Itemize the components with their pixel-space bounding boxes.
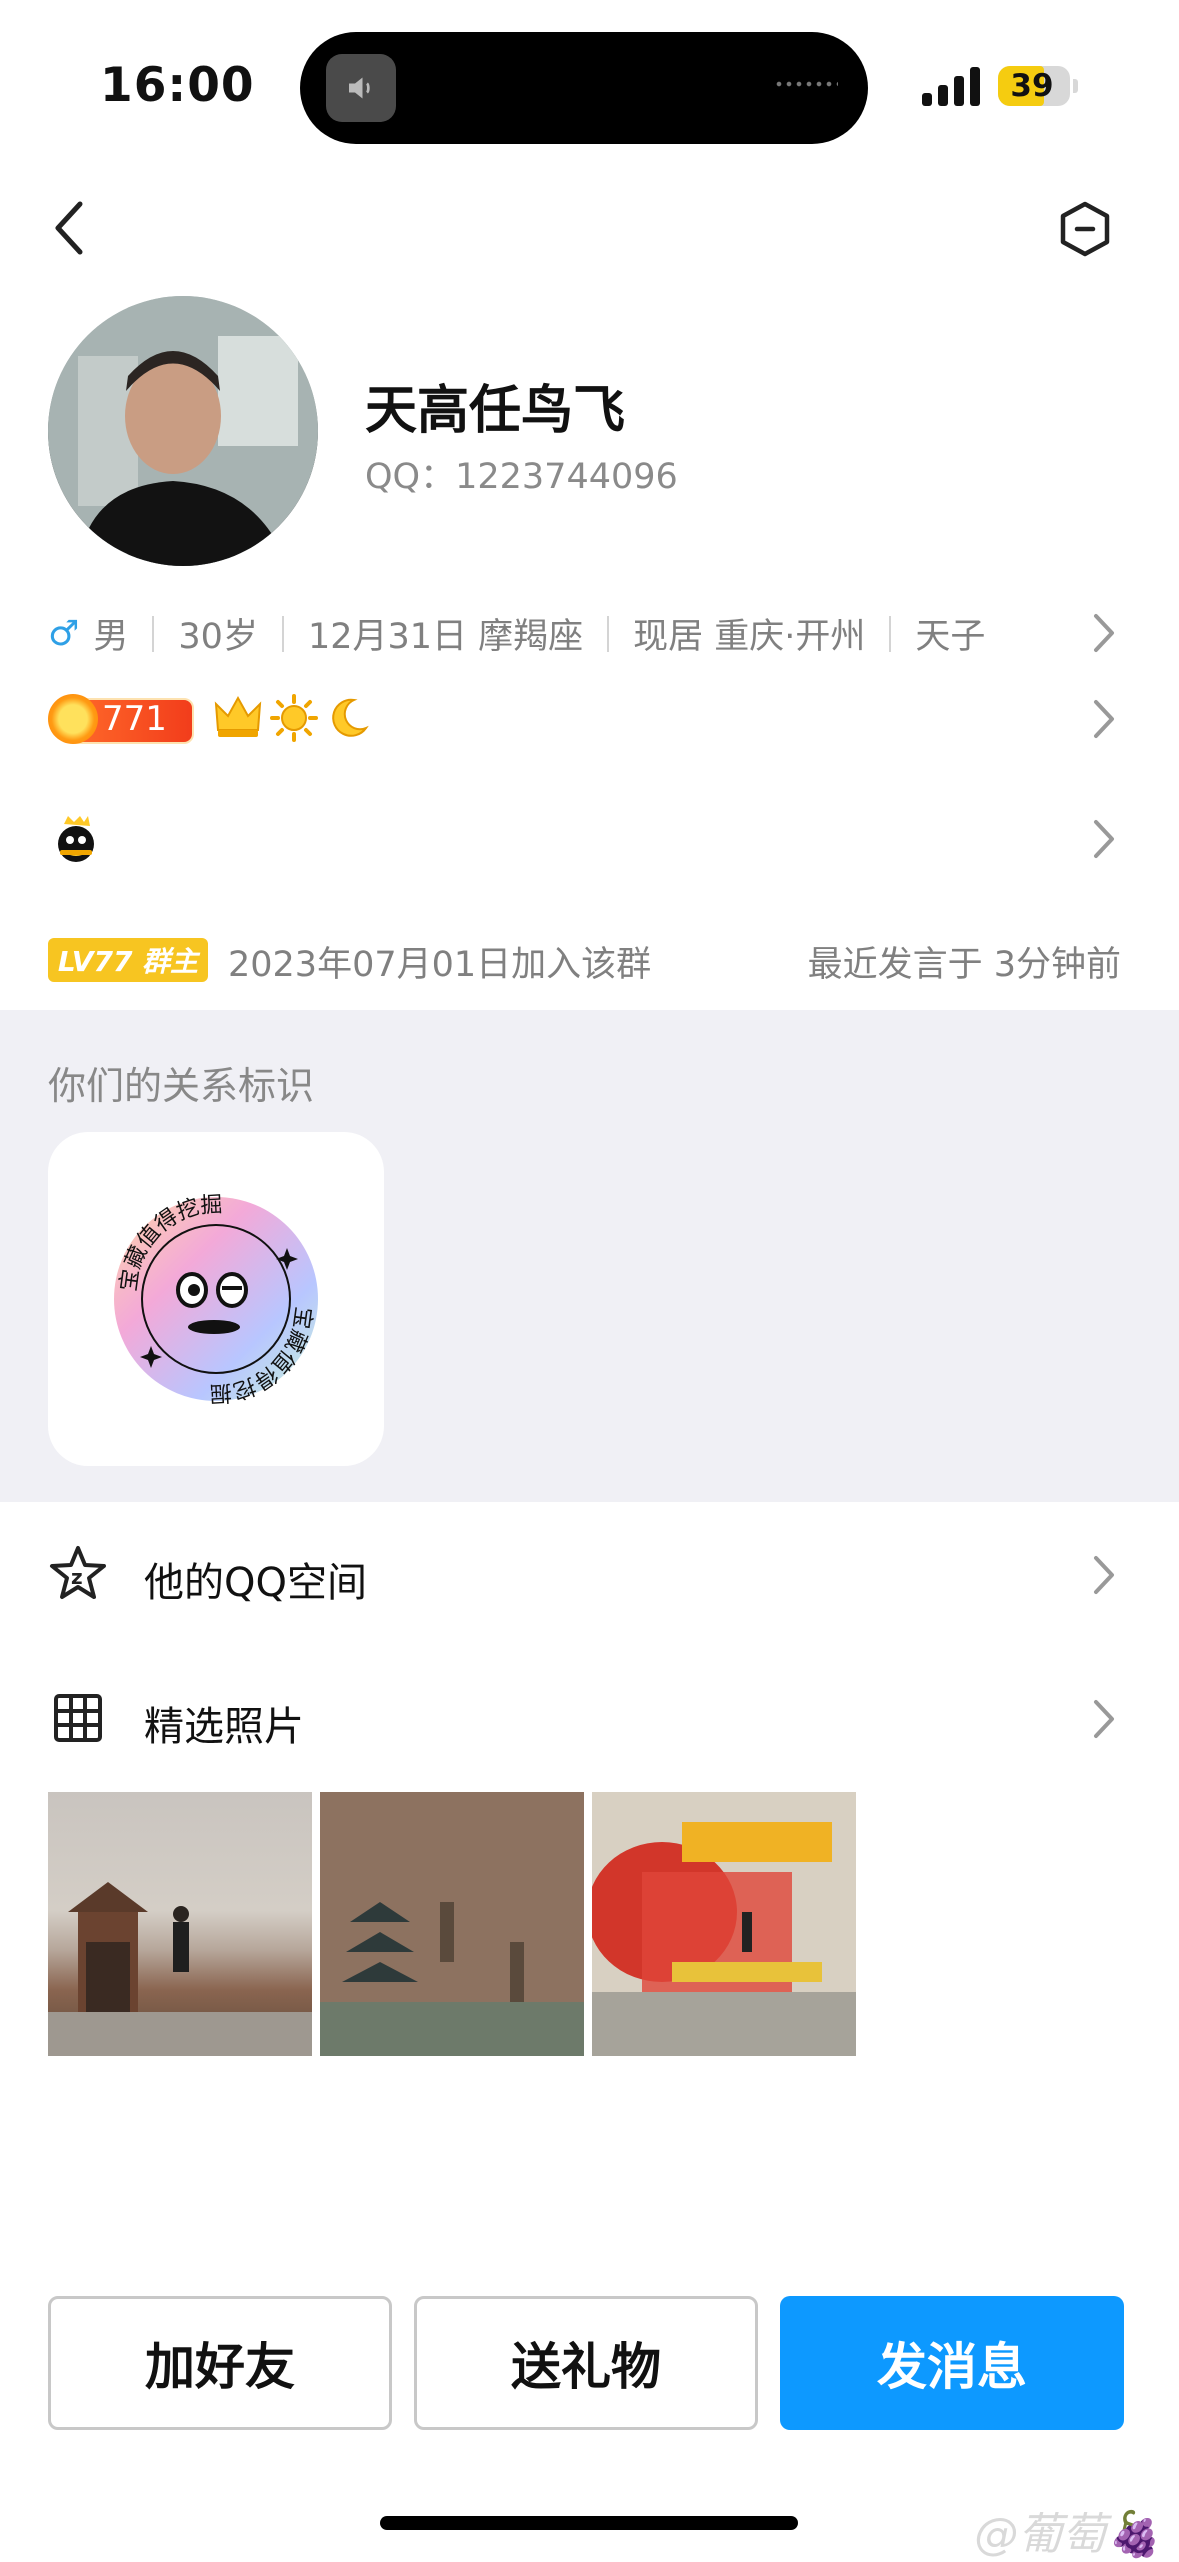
extra-tag: 天子 [915, 617, 986, 657]
sun-icon [48, 694, 98, 744]
avatar[interactable] [48, 296, 318, 566]
coin-level-badge[interactable]: 771 [48, 694, 194, 744]
battery-tip [1073, 79, 1078, 93]
island-dots [774, 80, 838, 88]
profile-info-row[interactable]: ♂ 男 30岁 12月31日 摩羯座 现居 重庆·开州 天子 [48, 608, 985, 659]
chevron-right-icon[interactable] [1092, 698, 1116, 740]
chevron-right-icon[interactable] [1092, 1554, 1116, 1596]
join-date: 2023年07月01日加入该群 [228, 945, 652, 985]
relation-title: 你们的关系标识 [48, 1064, 315, 1108]
residence: 现居 重庆·开州 [633, 617, 866, 657]
gender: 男 [93, 617, 129, 657]
home-indicator[interactable] [380, 2516, 798, 2530]
qq-number: QQ：1223744096 [365, 448, 678, 499]
battery-icon: 39 [998, 66, 1070, 106]
age: 30岁 [178, 617, 258, 657]
qzone-star-icon: z [50, 1546, 106, 1599]
more-hexagon-icon[interactable] [1056, 200, 1114, 258]
grid-icon [54, 1694, 102, 1742]
watermark: @葡萄🍇 [974, 2509, 1161, 2560]
add-friend-button[interactable]: 加好友 [48, 2296, 392, 2430]
divider [281, 615, 284, 652]
qq-penguin-icon[interactable] [50, 814, 102, 866]
chevron-right-icon[interactable] [1092, 1698, 1116, 1740]
send-message-button[interactable]: 发消息 [780, 2296, 1124, 2430]
send-gift-button[interactable]: 送礼物 [414, 2296, 758, 2430]
photo-thumbnail[interactable] [48, 1792, 312, 2056]
treasure-badge-icon: 宝藏值得挖掘 宝藏值得挖掘 [114, 1193, 318, 1405]
profile-name: 天高任鸟飞 [365, 381, 626, 441]
signal-icon [922, 66, 982, 106]
back-icon[interactable] [50, 198, 90, 258]
chevron-right-icon[interactable] [1092, 818, 1116, 860]
coin-count: 771 [102, 699, 167, 739]
sun-level-icon [270, 694, 318, 742]
photo-thumbnail[interactable] [592, 1792, 856, 2056]
qzone-label[interactable]: 他的QQ空间 [144, 1550, 367, 1608]
dynamic-island [300, 32, 868, 144]
last-active: 最近发言于 3分钟前 [807, 945, 1121, 985]
birthday: 12月31日 摩羯座 [307, 617, 584, 657]
group-level-badge: LV77 群主 [48, 938, 208, 982]
relation-badge-card[interactable]: 宝藏值得挖掘 宝藏值得挖掘 [48, 1132, 384, 1466]
status-time: 16:00 [100, 58, 255, 113]
qq-label: QQ： [365, 457, 456, 497]
chevron-right-icon[interactable] [1092, 612, 1116, 654]
divider [607, 615, 610, 652]
qq-value: 1223744096 [455, 457, 678, 497]
divider [152, 615, 155, 652]
moon-icon [332, 698, 369, 737]
crown-icon [214, 695, 262, 737]
speaker-icon [326, 54, 396, 122]
battery-level: 39 [1010, 68, 1054, 104]
photo-thumbnail[interactable] [320, 1792, 584, 2056]
photos-label[interactable]: 精选照片 [144, 1694, 304, 1752]
svg-text:z: z [71, 1565, 83, 1589]
divider [889, 615, 892, 652]
male-icon: ♂ [48, 613, 80, 654]
